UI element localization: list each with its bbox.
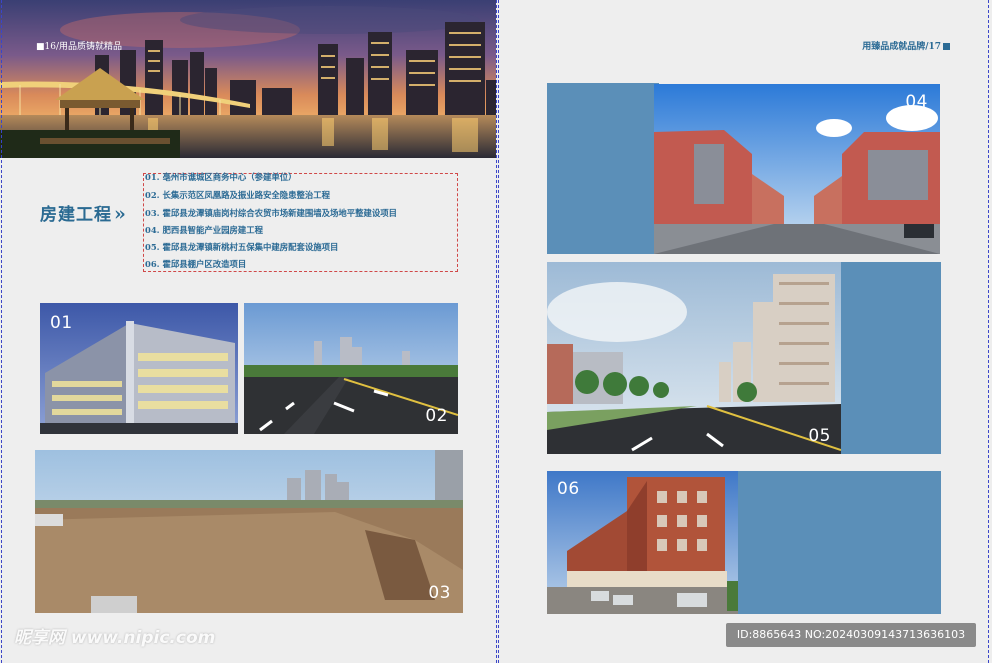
accent-block-1 [547, 83, 659, 254]
accent-block-3 [736, 471, 941, 614]
photo-01-office-building: 01 [40, 303, 238, 434]
page-header-right-text: 用臻品成就品牌/17 [862, 42, 941, 52]
accent-block-2 [836, 262, 941, 454]
page-header-left: ■16/用品质铸就精品 [36, 42, 122, 52]
project-item-4: 04. 肥西县智能产业园房建工程 [145, 225, 263, 235]
square-marker-icon [943, 43, 950, 50]
photo-03-construction-site: 03 [35, 450, 463, 613]
double-chevron-icon: » [114, 203, 127, 225]
guide-line-center-right [498, 0, 499, 663]
photo-number-03: 03 [428, 583, 451, 603]
project-item-2: 02. 长集示范区凤凰路及振业路安全隐患整治工程 [145, 190, 330, 200]
project-item-1: 01. 亳州市谯城区商务中心（参建单位） [145, 172, 297, 182]
photo-number-01: 01 [50, 313, 73, 333]
photo-number-02: 02 [425, 406, 448, 426]
project-item-5: 05. 霍邱县龙潭镇新桃村五保集中建房配套设施项目 [145, 242, 339, 252]
photo-04-industrial-park: 04 [654, 84, 940, 254]
photo-number-06: 06 [557, 479, 580, 499]
city-night-banner [0, 0, 496, 158]
photo-02-road: 02 [244, 303, 458, 434]
section-title: 房建工程» [40, 200, 127, 225]
guide-line-left [1, 0, 2, 663]
project-item-6: 06. 霍邱县棚户区改造项目 [145, 259, 247, 269]
watermark-text: 昵享网 www.nipic.com [14, 628, 216, 648]
page-header-right: 用臻品成就品牌/17 [862, 39, 950, 52]
guide-line-right [988, 0, 989, 663]
photo-number-04: 04 [905, 92, 928, 112]
image-id-badge: ID:8865643 NO:20240309143713636103 [726, 623, 976, 647]
photo-number-05: 05 [808, 426, 831, 446]
photo-06-apartment-building: 06 [547, 471, 738, 614]
photo-05-residential-road: 05 [547, 262, 841, 454]
project-item-3: 03. 霍邱县龙潭镇庙岗村综合农贸市场新建围墙及场地平整建设项目 [145, 208, 397, 218]
guide-line-center-left [496, 0, 497, 663]
section-title-text: 房建工程 [40, 205, 112, 225]
